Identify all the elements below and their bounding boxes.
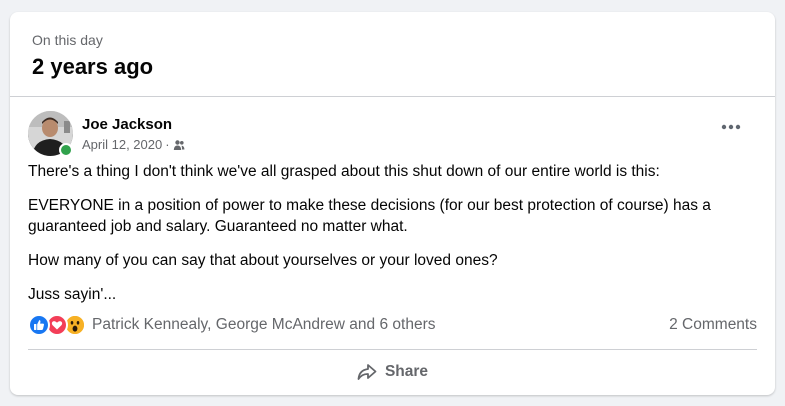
memory-header: On this day 2 years ago — [10, 12, 775, 97]
like-icon — [28, 314, 50, 336]
post-paragraph: Juss sayin'... — [28, 286, 117, 303]
memory-card: On this day 2 years ago Joe Jackson Apri… — [10, 12, 775, 395]
share-button[interactable]: Share — [28, 353, 757, 391]
friends-icon — [173, 139, 185, 151]
share-label: Share — [384, 363, 429, 380]
reaction-icons[interactable] — [28, 314, 86, 336]
reactions-bar: Patrick Kennealy, George McAndrew and 6 … — [28, 312, 757, 338]
meta-separator: · — [165, 137, 170, 152]
post-header: Joe Jackson April 12, 2020 · — [28, 97, 757, 159]
share-icon — [357, 363, 377, 381]
post-paragraph: There's a thing I don't think we've all … — [28, 163, 660, 180]
post-meta: April 12, 2020 · — [82, 137, 185, 153]
author-name[interactable]: Joe Jackson — [82, 115, 172, 135]
memory-kicker: On this day — [32, 32, 103, 48]
more-dots-icon — [721, 124, 741, 130]
reactors-text[interactable]: Patrick Kennealy, George McAndrew and 6 … — [92, 315, 435, 335]
post-paragraph: EVERYONE in a position of power to make … — [28, 197, 711, 235]
post-paragraph: How many of you can say that about yours… — [28, 252, 498, 269]
post-body: There's a thing I don't think we've all … — [28, 161, 757, 305]
more-options-button[interactable] — [713, 109, 749, 145]
post-date[interactable]: April 12, 2020 — [82, 137, 162, 153]
actions-divider — [28, 349, 757, 350]
comments-count[interactable]: 2 Comments — [669, 315, 757, 335]
post: Joe Jackson April 12, 2020 · There's a t… — [10, 97, 775, 305]
memory-title: 2 years ago — [32, 54, 154, 79]
online-status-indicator — [59, 143, 73, 157]
